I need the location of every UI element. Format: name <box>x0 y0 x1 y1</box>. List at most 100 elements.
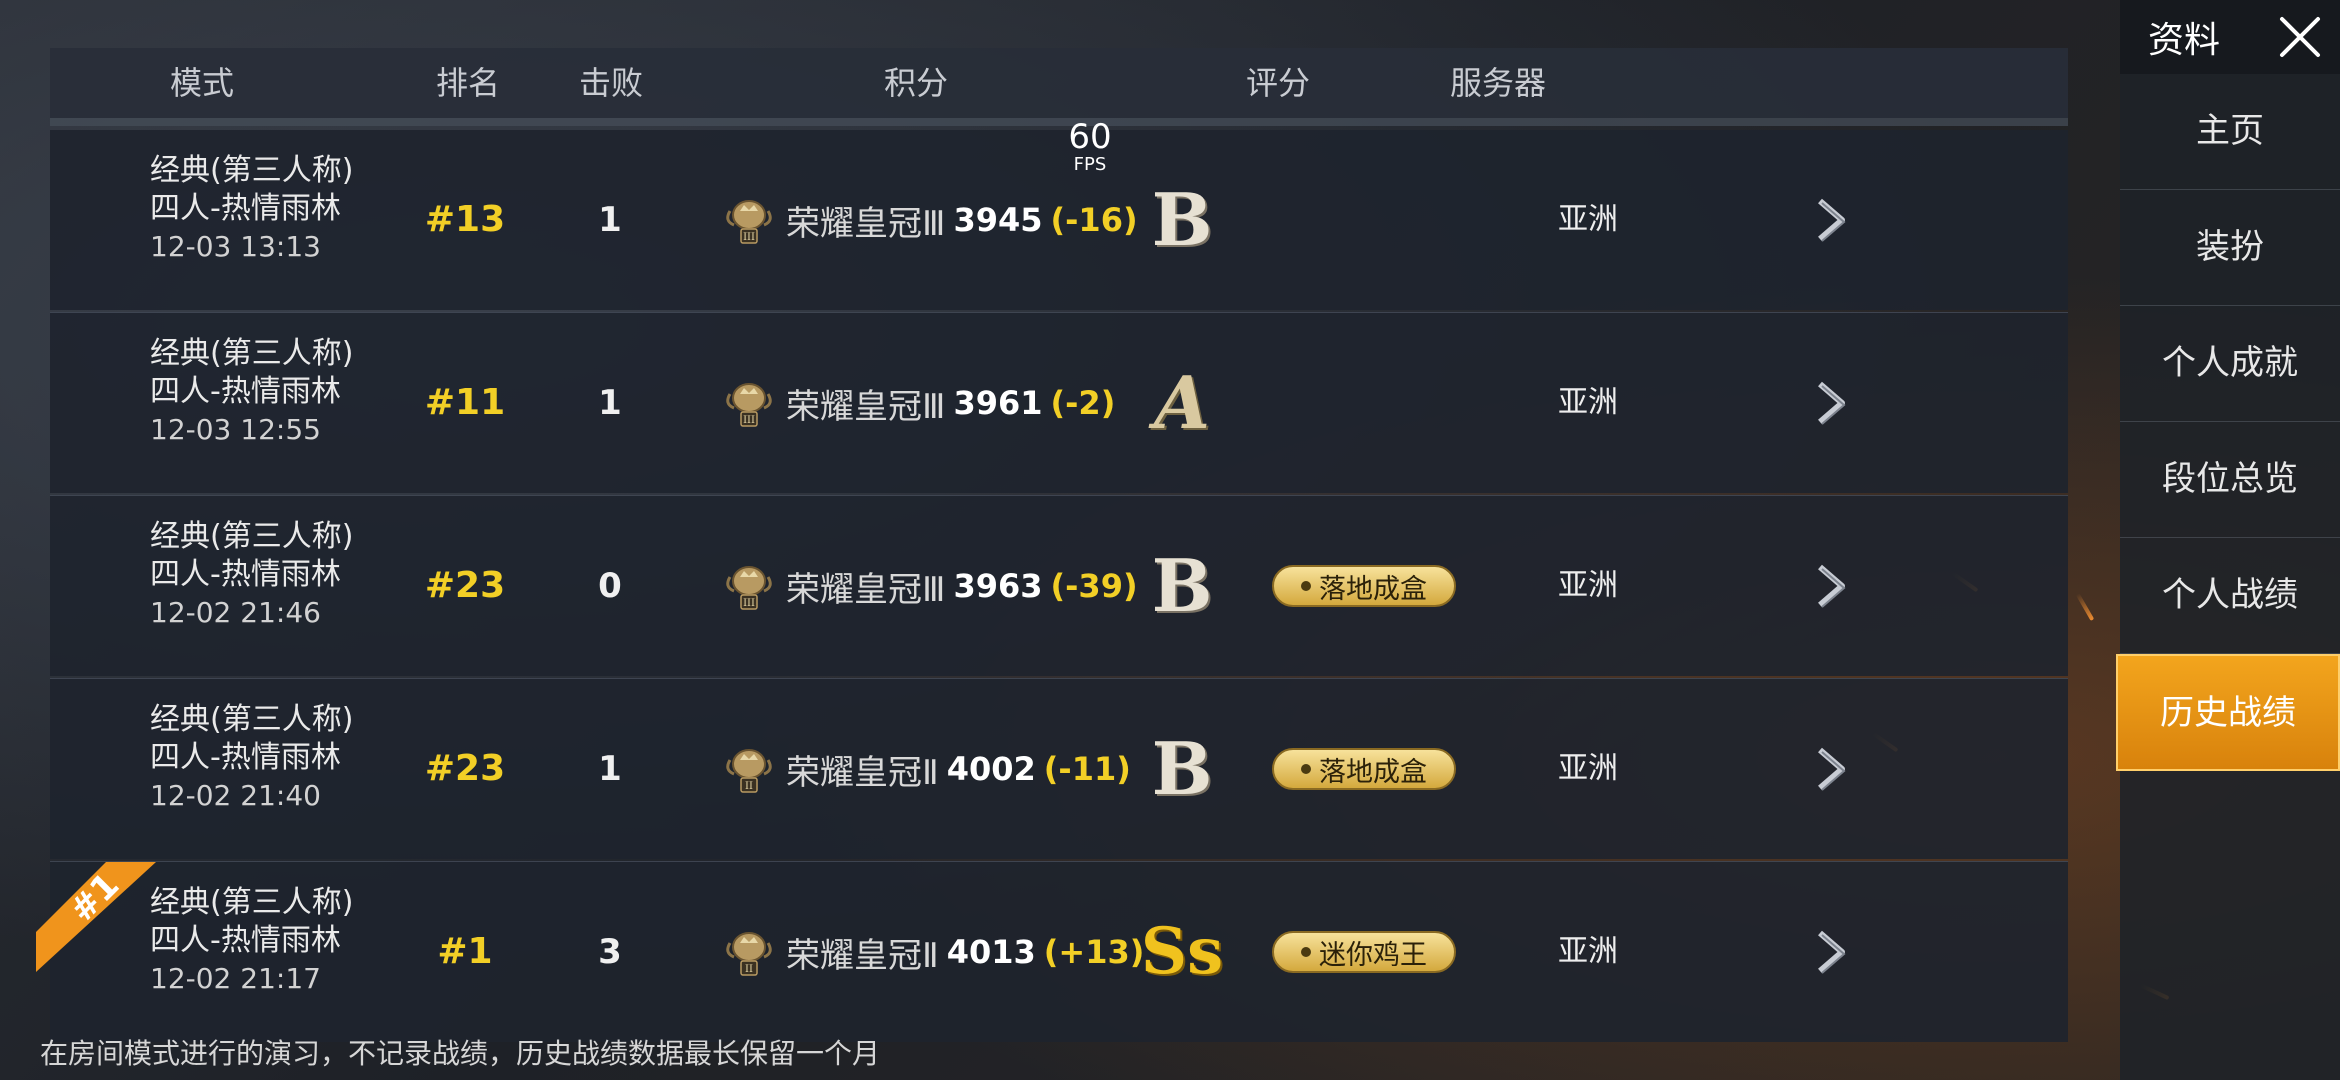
points-delta: (-39) <box>1050 567 1138 605</box>
sidebar-header: 资料 <box>2120 0 2340 74</box>
rank-points: 4013 <box>946 933 1036 971</box>
table-row[interactable]: #1 经典(第三人称) 四人-热情雨林 12-02 21:17 #1 3 II … <box>36 861 2068 1042</box>
match-server: 亚洲 <box>1558 385 1618 420</box>
ember-decoration <box>2075 593 2095 621</box>
match-rank: #1 <box>437 931 493 972</box>
badge-dot-icon <box>1301 581 1311 591</box>
rank-tier: 荣耀皇冠Ⅱ <box>786 935 939 976</box>
rank-points: 3945 <box>953 201 1043 239</box>
match-date: 12-03 12:55 <box>150 413 321 446</box>
mode-name: 经典(第三人称) <box>150 519 354 554</box>
match-date: 12-02 21:40 <box>150 779 321 812</box>
table-row[interactable]: 经典(第三人称) 四人-热情雨林 12-03 12:55 #11 1 III 荣… <box>50 312 2068 493</box>
match-score: III 荣耀皇冠Ⅲ 3961 (-2) <box>720 313 1115 493</box>
map-name: 四人-热情雨林 <box>150 557 341 592</box>
table-row[interactable]: 经典(第三人称) 四人-热情雨林 12-02 21:46 #23 0 III 荣… <box>50 495 2068 676</box>
grade-badge: A <box>1154 360 1210 445</box>
header-mode: 模式 <box>169 64 235 102</box>
rank-tier: 荣耀皇冠Ⅱ <box>786 752 939 793</box>
sidebar-item-6[interactable]: 历史战绩 <box>2116 654 2340 771</box>
sidebar-item-4[interactable]: 段位总览 <box>2120 422 2340 538</box>
match-server: 亚洲 <box>1558 568 1618 603</box>
match-list: 经典(第三人称) 四人-热情雨林 12-03 13:13 #13 1 III 荣… <box>36 130 2068 1044</box>
mode-name: 经典(第三人称) <box>150 702 354 737</box>
rank-tier: 荣耀皇冠Ⅲ <box>786 569 946 610</box>
fps-counter: 60 FPS <box>1040 120 1140 175</box>
points-delta: (-11) <box>1043 750 1131 788</box>
sidebar-item-3[interactable]: 个人成就 <box>2120 306 2340 422</box>
match-score: II 荣耀皇冠Ⅱ 4013 (+13) <box>720 862 1144 1042</box>
sidebar-item-5[interactable]: 个人战绩 <box>2120 538 2340 654</box>
match-mode: 经典(第三人称) 四人-热情雨林 12-02 21:46 <box>150 518 353 632</box>
header-rank: 排名 <box>435 64 501 102</box>
match-date: 12-03 13:13 <box>150 230 321 263</box>
chevron-right-icon[interactable] <box>1808 746 1854 792</box>
mode-name: 经典(第三人称) <box>150 885 354 920</box>
grade-badge: B <box>1151 726 1213 811</box>
match-date: 12-02 21:46 <box>150 596 321 629</box>
match-kills: 1 <box>598 200 622 240</box>
match-score: II 荣耀皇冠Ⅱ 4002 (-11) <box>720 679 1131 859</box>
sidebar-item-2[interactable]: 装扮 <box>2120 190 2340 306</box>
header-kills: 击败 <box>578 64 644 102</box>
history-footnote: 在房间模式进行的演习，不记录战绩，历史战绩数据最长保留一个月 <box>40 1037 881 1070</box>
grade-badge: B <box>1151 543 1213 628</box>
match-score: III 荣耀皇冠Ⅲ 3963 (-39) <box>720 496 1138 676</box>
chevron-right-icon[interactable] <box>1808 563 1854 609</box>
sidebar-menu: 主页 装扮 个人成就 段位总览 个人战绩 历史战绩 <box>2116 74 2340 771</box>
map-name: 四人-热情雨林 <box>150 374 341 409</box>
badge-dot-icon <box>1301 764 1311 774</box>
match-kills: 1 <box>598 749 622 789</box>
points-delta: (+13) <box>1043 933 1145 971</box>
header-score: 积分 <box>883 64 949 102</box>
fps-value: 60 <box>1068 117 1112 157</box>
match-server: 亚洲 <box>1558 751 1618 786</box>
sidebar-item-1[interactable]: 主页 <box>2120 74 2340 190</box>
match-rank: #11 <box>424 382 506 423</box>
match-rank: #13 <box>424 199 506 240</box>
rank-points: 3961 <box>953 384 1043 422</box>
chevron-right-icon[interactable] <box>1808 929 1854 975</box>
header-rating: 评分 <box>1245 64 1311 102</box>
svg-text:III: III <box>743 598 755 609</box>
chevron-right-icon[interactable] <box>1808 380 1854 426</box>
match-history-table: 模式 排名 击败 积分 评分 服务器 经典(第三人称) 四人-热情雨林 12-0… <box>36 48 2068 1042</box>
match-mode: 经典(第三人称) 四人-热情雨林 12-02 21:17 <box>150 884 353 998</box>
map-name: 四人-热情雨林 <box>150 923 341 958</box>
points-delta: (-16) <box>1050 201 1138 239</box>
grade-badge: B <box>1151 177 1213 262</box>
match-date: 12-02 21:17 <box>150 962 321 995</box>
match-mode: 经典(第三人称) 四人-热情雨林 12-03 12:55 <box>150 335 353 449</box>
match-kills: 1 <box>598 383 622 423</box>
badge-dot-icon <box>1301 947 1311 957</box>
crown-rank-icon: III <box>726 383 772 427</box>
achievement-label: 落地成盒 <box>1319 573 1427 605</box>
fps-label: FPS <box>1073 154 1107 175</box>
match-rank: #23 <box>424 748 506 789</box>
close-icon[interactable] <box>2274 11 2326 63</box>
winner-flag-icon: #1 <box>36 862 156 972</box>
profile-sidebar: 资料 主页 装扮 个人成就 段位总览 个人战绩 历史战绩 <box>2116 0 2340 1080</box>
crown-rank-icon: III <box>726 566 772 610</box>
achievement-badge: 落地成盒 <box>1272 565 1456 607</box>
achievement-badge: 迷你鸡王 <box>1272 931 1456 973</box>
svg-text:III: III <box>743 415 755 426</box>
match-kills: 3 <box>598 932 622 972</box>
table-row[interactable]: 经典(第三人称) 四人-热情雨林 12-02 21:40 #23 1 II 荣耀… <box>50 678 2068 859</box>
points-delta: (-2) <box>1050 384 1116 422</box>
rank-tier: 荣耀皇冠Ⅲ <box>786 203 946 244</box>
rank-points: 3963 <box>953 567 1043 605</box>
crown-rank-icon: III <box>726 200 772 244</box>
match-server: 亚洲 <box>1558 934 1618 969</box>
rank-tier: 荣耀皇冠Ⅲ <box>786 386 946 427</box>
chevron-right-icon[interactable] <box>1808 197 1854 243</box>
match-rank: #23 <box>424 565 506 606</box>
achievement-label: 落地成盒 <box>1319 756 1427 788</box>
mode-name: 经典(第三人称) <box>150 153 354 188</box>
match-kills: 0 <box>598 566 622 606</box>
rank-points: 4002 <box>946 750 1036 788</box>
map-name: 四人-热情雨林 <box>150 191 341 226</box>
grade-badge: Ss <box>1140 914 1224 989</box>
table-header: 模式 排名 击败 积分 评分 服务器 <box>50 48 2068 126</box>
svg-text:III: III <box>743 232 755 243</box>
